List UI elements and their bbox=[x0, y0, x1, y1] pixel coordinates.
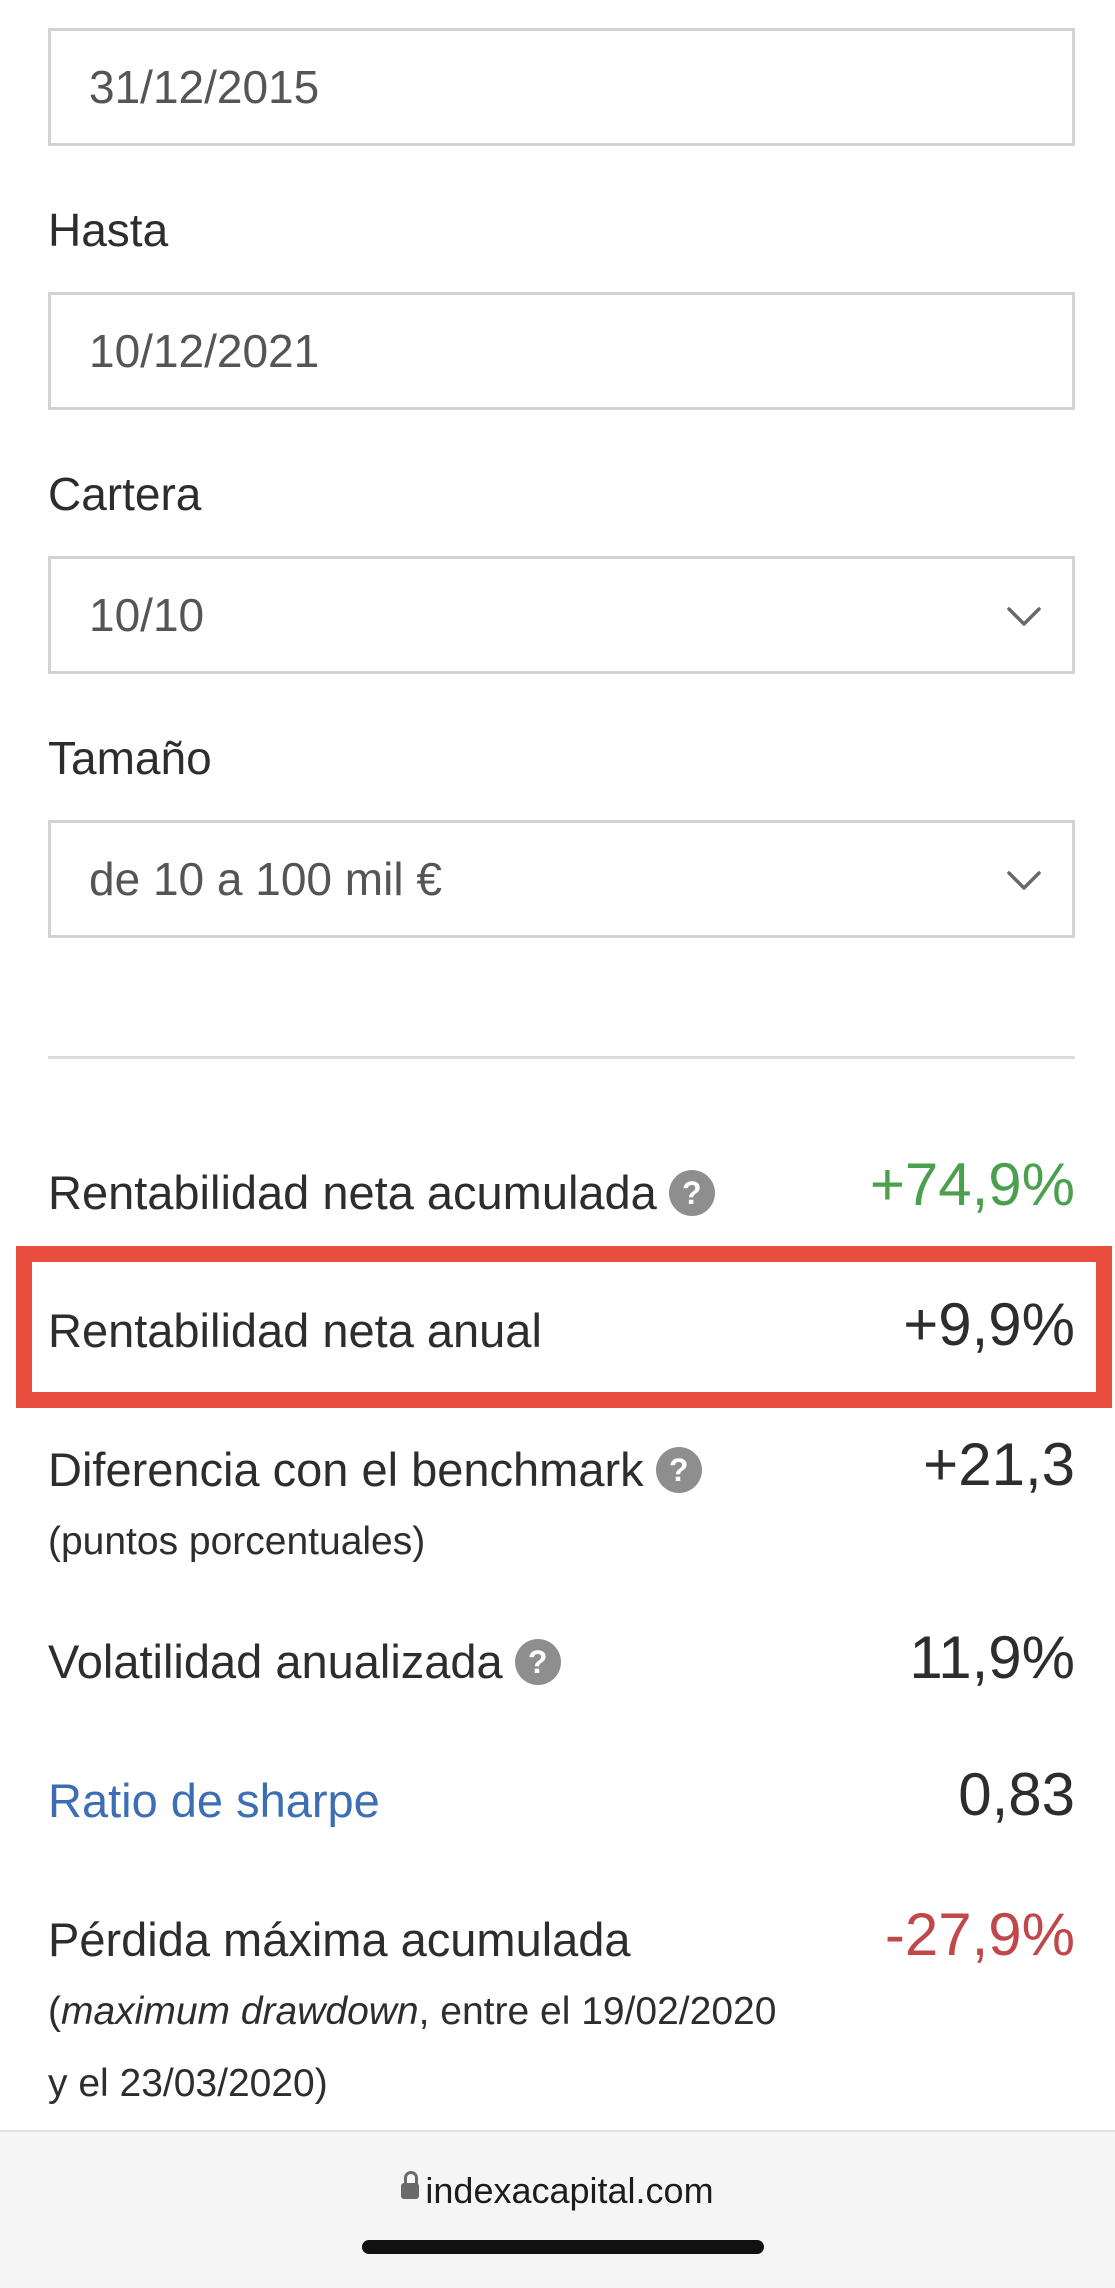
perdida-sub-open: ( bbox=[48, 1990, 61, 2033]
tamano-select-value: de 10 a 100 mil € bbox=[89, 853, 442, 905]
perdida-label: Pérdida máxima acumulada bbox=[48, 1913, 631, 1966]
diferencia-sublabel: (puntos porcentuales) bbox=[48, 1520, 426, 1563]
help-icon[interactable]: ? bbox=[668, 1169, 715, 1216]
address-bar[interactable]: indexacapital.com bbox=[0, 2170, 1115, 2212]
sharpe-value: 0,83 bbox=[958, 1761, 1075, 1828]
home-indicator[interactable] bbox=[362, 2240, 764, 2254]
hasta-date-field[interactable]: 10/12/2021 bbox=[48, 292, 1075, 410]
cartera-label: Cartera bbox=[48, 468, 202, 520]
perdida-sub-rest: , entre el 19/02/2020 bbox=[418, 1990, 777, 2033]
tamano-select[interactable]: de 10 a 100 mil € bbox=[48, 820, 1075, 938]
rent-acumulada-label: Rentabilidad neta acumulada? bbox=[48, 1165, 715, 1220]
diferencia-label-text: Diferencia con el benchmark bbox=[48, 1443, 644, 1496]
perdida-sublabel: (maximum drawdown, entre el 19/02/2020 bbox=[48, 1990, 776, 2034]
lock-icon bbox=[401, 2171, 420, 2200]
rent-anual-value: +9,9% bbox=[903, 1291, 1075, 1358]
help-icon[interactable]: ? bbox=[655, 1446, 702, 1493]
section-divider bbox=[48, 1056, 1075, 1059]
help-icon[interactable]: ? bbox=[514, 1638, 561, 1685]
diferencia-value: +21,3 bbox=[923, 1431, 1075, 1498]
url-text: indexacapital.com bbox=[425, 2170, 714, 2211]
diferencia-label: Diferencia con el benchmark? bbox=[48, 1442, 702, 1497]
cartera-select-value: 10/10 bbox=[89, 589, 205, 641]
chevron-down-icon bbox=[1007, 871, 1041, 890]
sharpe-link[interactable]: Ratio de sharpe bbox=[48, 1773, 380, 1828]
desde-date-field[interactable]: 31/12/2015 bbox=[48, 28, 1075, 146]
hasta-date-value: 10/12/2021 bbox=[89, 325, 320, 377]
perdida-value: -27,9% bbox=[884, 1901, 1075, 1968]
rent-acumulada-label-text: Rentabilidad neta acumulada bbox=[48, 1166, 657, 1219]
volatilidad-label: Volatilidad anualizada? bbox=[48, 1634, 561, 1689]
tamano-label: Tamaño bbox=[48, 732, 212, 784]
volatilidad-value: 11,9% bbox=[909, 1624, 1075, 1691]
perdida-sublabel-line2: y el 23/03/2020) bbox=[48, 2062, 328, 2105]
hasta-label: Hasta bbox=[48, 204, 169, 256]
desde-date-value: 31/12/2015 bbox=[89, 61, 320, 113]
rent-acumulada-value: +74,9% bbox=[869, 1151, 1075, 1218]
chevron-down-icon bbox=[1007, 607, 1041, 626]
volatilidad-label-text: Volatilidad anualizada bbox=[48, 1635, 503, 1688]
cartera-select[interactable]: 10/10 bbox=[48, 556, 1075, 674]
rent-anual-label: Rentabilidad neta anual bbox=[48, 1304, 542, 1357]
browser-bottom-bar: indexacapital.com bbox=[0, 2130, 1115, 2288]
perdida-sub-italic: maximum drawdown bbox=[61, 1990, 419, 2033]
